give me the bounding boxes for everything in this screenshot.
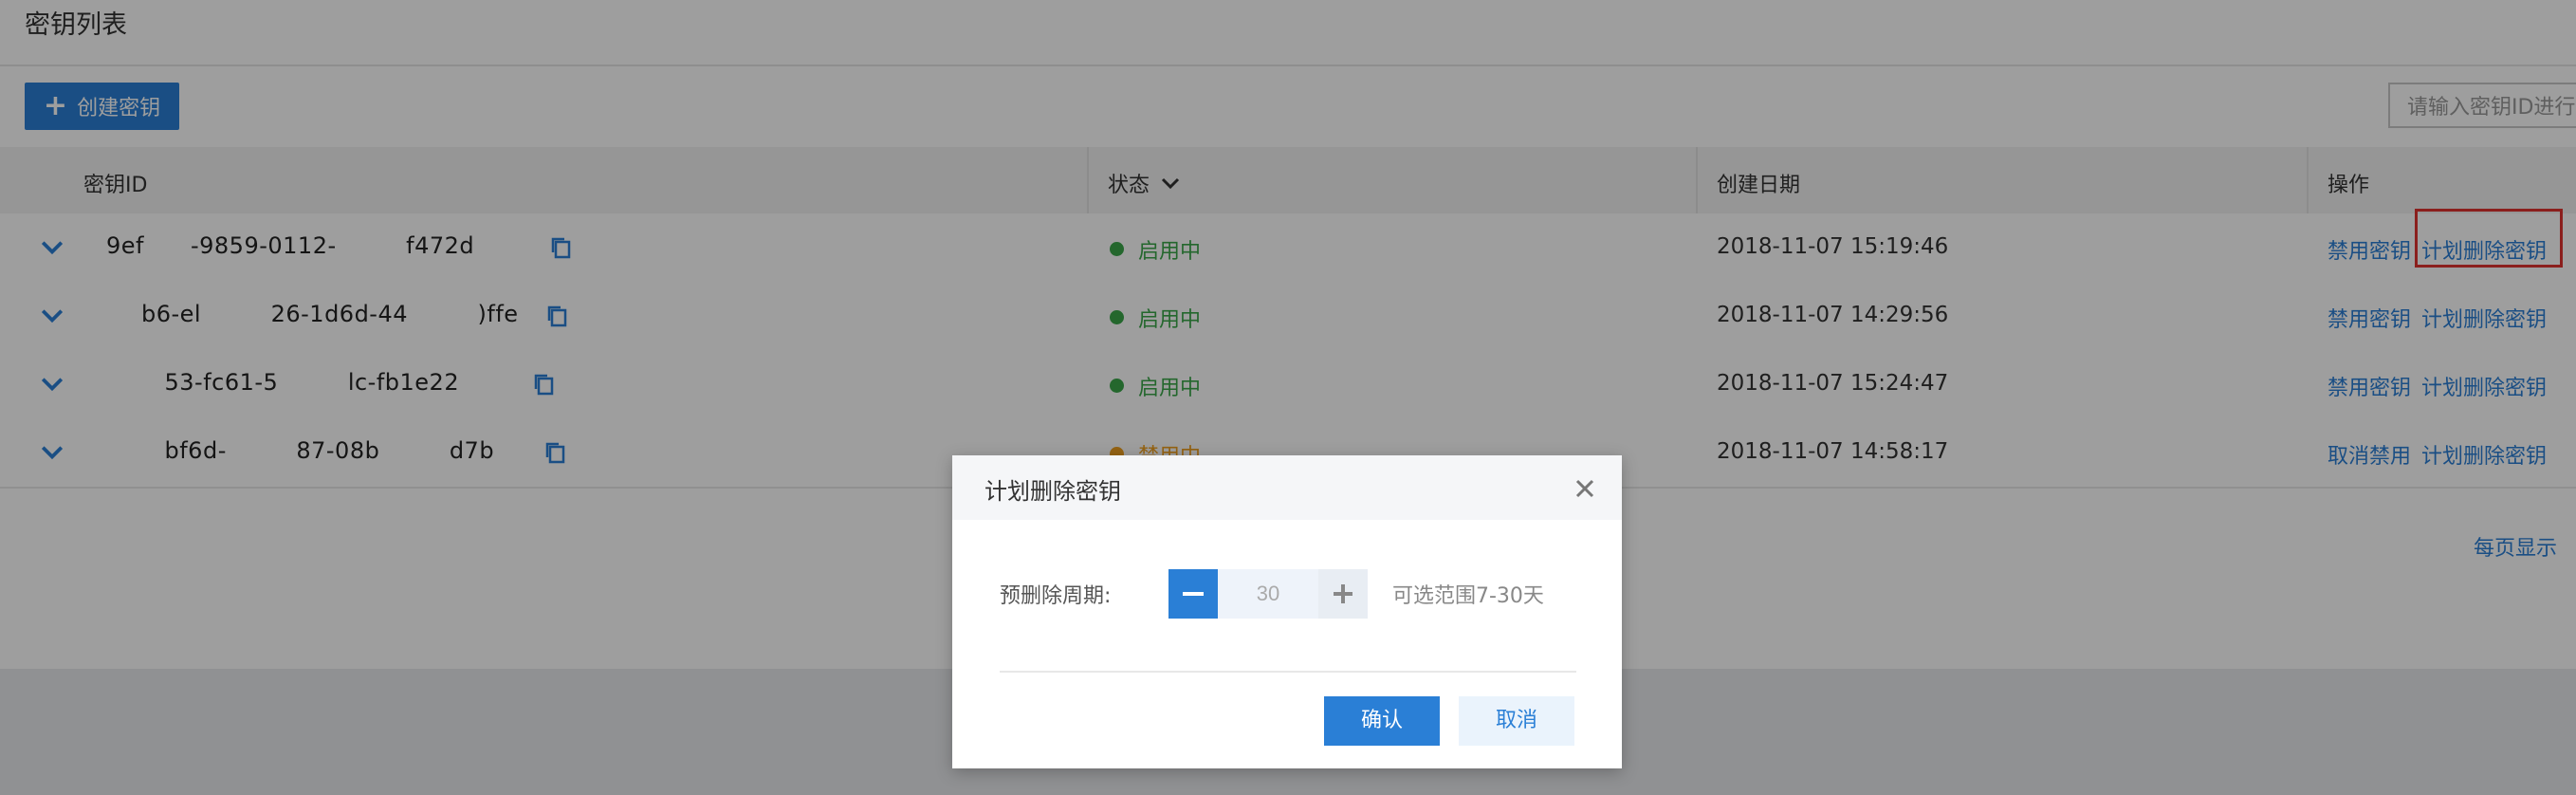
- dialog-divider: [1000, 671, 1576, 673]
- range-hint: 可选范围7-30天: [1392, 584, 1544, 608]
- close-icon[interactable]: [1573, 476, 1597, 501]
- period-stepper: 30: [1168, 569, 1368, 619]
- cancel-button[interactable]: 取消: [1459, 696, 1574, 746]
- period-label: 预删除周期:: [1000, 584, 1112, 608]
- period-value-input[interactable]: 30: [1218, 569, 1318, 619]
- decrement-button[interactable]: [1168, 569, 1218, 619]
- dialog-title: 计划删除密钥: [984, 478, 1121, 505]
- confirm-button[interactable]: 确认: [1324, 696, 1440, 746]
- increment-button[interactable]: [1318, 569, 1368, 619]
- minus-icon: [1183, 592, 1204, 596]
- dialog-header: 计划删除密钥: [952, 455, 1622, 520]
- plus-icon-vertical: [1341, 584, 1345, 603]
- schedule-delete-dialog: 计划删除密钥 预删除周期: 30 可选范围7-30天 确认 取消: [952, 455, 1622, 768]
